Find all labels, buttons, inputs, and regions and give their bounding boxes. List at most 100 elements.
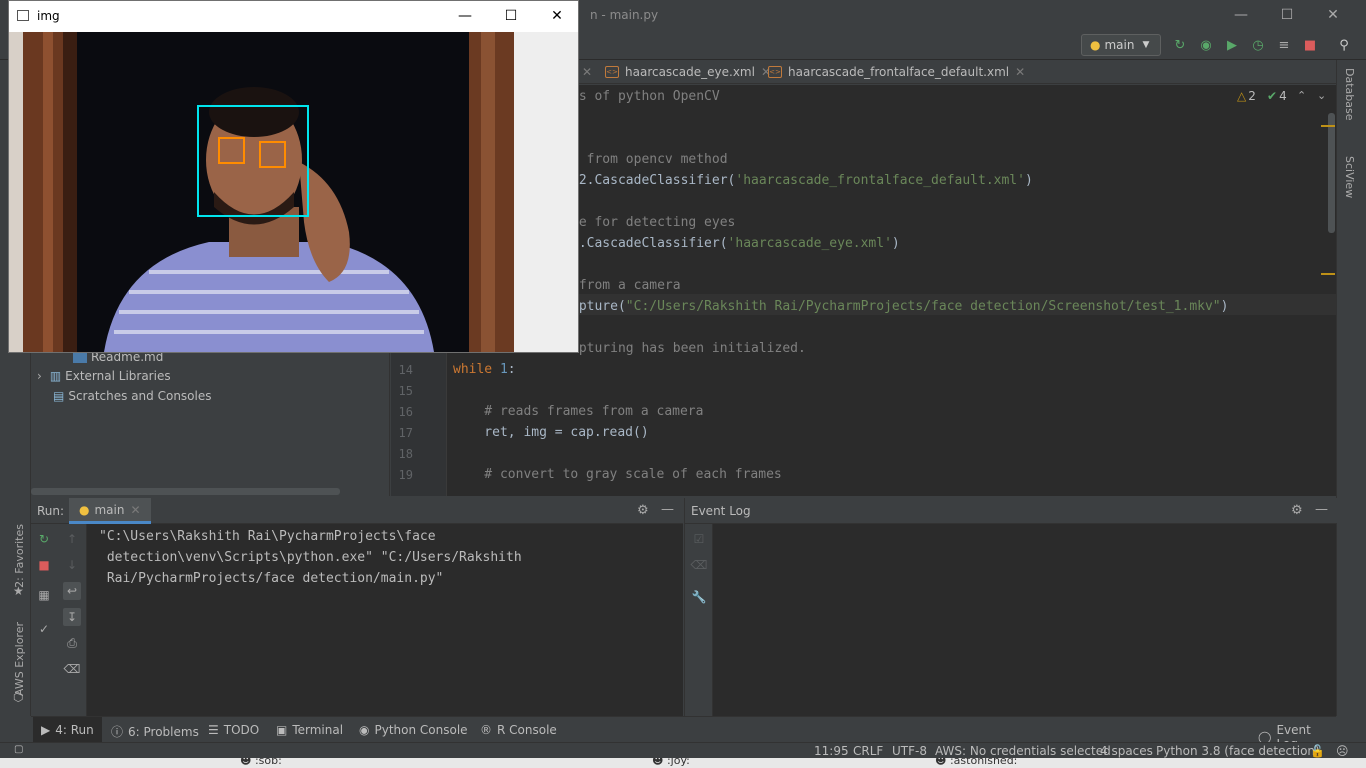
aws-explorer-label: AWS Explorer — [13, 622, 26, 697]
database-tool-button[interactable]: Database — [1343, 68, 1356, 121]
close-button[interactable]: ✕ — [1310, 0, 1356, 30]
console-output[interactable]: "C:\Users\Rakshith Rai\PycharmProjects\f… — [99, 526, 522, 589]
lock-icon[interactable]: 🔓 — [1310, 744, 1325, 758]
code-line: v2.CascadeClassifier('haarcascade_fronta… — [571, 173, 1033, 188]
indent-setting[interactable]: 4 spaces — [1100, 744, 1153, 758]
stop-icon[interactable]: ■ — [1302, 37, 1318, 53]
tool-window-label: 4: Run — [55, 723, 94, 737]
profile-icon[interactable]: ◷ — [1250, 37, 1266, 53]
run-tab-main[interactable]: ● main ✕ — [69, 498, 151, 524]
print-icon[interactable]: ⎙ — [63, 634, 81, 652]
tool-window-label: R Console — [497, 723, 557, 737]
interpreter[interactable]: Python 3.8 (face detection) — [1156, 744, 1320, 758]
code-line: while 1: — [453, 362, 516, 377]
trash-icon[interactable]: ⌫ — [63, 660, 81, 678]
check-icon: ✔ — [1267, 89, 1278, 103]
down-arrow-icon[interactable]: ↓ — [63, 556, 81, 574]
taskbar-item[interactable]: ☻ :astonished: — [935, 758, 1017, 767]
taskbar-item[interactable]: ☻ :sob: — [240, 758, 282, 767]
coverage-icon[interactable]: ▶ — [1224, 37, 1240, 53]
line-separator[interactable]: CRLF — [853, 744, 883, 758]
run-label: Run: — [37, 504, 65, 518]
layout-icon[interactable]: ▦ — [35, 586, 53, 604]
img-window-titlebar[interactable]: img — ☐ ✕ — [9, 1, 578, 31]
pin-icon[interactable]: ✓ — [35, 620, 53, 638]
list-icon: ☰ — [208, 723, 219, 737]
taskbar: ☻ :sob: ☻ :joy: ☻ :astonished: — [0, 758, 1366, 768]
minimize-button[interactable]: — — [442, 1, 488, 31]
tab-haarcascade-frontalface[interactable]: <> haarcascade_frontalface_default.xml ✕ — [768, 60, 1025, 84]
caret-position[interactable]: 11:95 — [814, 744, 849, 758]
gear-icon[interactable]: ⚙ — [637, 503, 649, 518]
close-icon[interactable]: ✕ — [130, 503, 140, 517]
tab-close-icon[interactable]: ✕ — [582, 60, 592, 84]
xml-file-icon: <> — [605, 66, 619, 78]
right-tool-strip: Database SciView — [1336, 60, 1366, 716]
tool-window-r-console[interactable]: ® R Console — [480, 723, 557, 737]
soft-wrap-icon[interactable]: ↩ — [63, 582, 81, 600]
gear-icon[interactable]: ⚙ — [1291, 503, 1303, 518]
hide-icon[interactable]: — — [1315, 502, 1328, 517]
tool-window-problems[interactable]: ⓘ 6: Problems — [111, 723, 199, 740]
star-icon: ★ — [13, 584, 24, 598]
warning-marker — [1321, 125, 1335, 127]
database-label: Database — [1343, 68, 1356, 121]
close-button[interactable]: ✕ — [534, 1, 580, 31]
python-icon: ● — [1090, 38, 1101, 52]
chevron-down-icon[interactable]: ⌄ — [1317, 89, 1326, 102]
stop-icon[interactable]: ■ — [35, 556, 53, 574]
tree-item-label: Scratches and Consoles — [68, 389, 212, 403]
line-number: 17 — [398, 426, 413, 440]
inspection-warnings[interactable]: △ 2 — [1237, 89, 1256, 103]
run-config-label: main — [1104, 38, 1135, 52]
minimize-button[interactable]: — — [1218, 0, 1264, 30]
eye-detection-box — [259, 141, 286, 168]
chevron-down-icon: ▼ — [1142, 40, 1150, 50]
tab-haarcascade-eye[interactable]: <> haarcascade_eye.xml ✕ — [605, 60, 771, 84]
run-config-select[interactable]: ● main ▼ — [1081, 34, 1161, 56]
file-encoding[interactable]: UTF-8 — [892, 744, 927, 758]
layout-icon[interactable]: ▢ — [14, 744, 23, 755]
aws-status[interactable]: AWS: No credentials selected — [935, 744, 1111, 758]
trash-icon[interactable]: ⌫ — [690, 556, 708, 574]
favorites-tool-button[interactable]: 2: Favorites — [13, 524, 26, 588]
sciview-tool-button[interactable]: SciView — [1343, 156, 1356, 198]
img-window[interactable]: img — ☐ ✕ — [8, 0, 579, 353]
inspection-ok[interactable]: ✔ 4 — [1267, 89, 1287, 103]
wrench-icon[interactable]: 🔧 — [690, 588, 708, 606]
close-icon[interactable]: ✕ — [1015, 65, 1025, 79]
rerun-icon[interactable]: ↻ — [35, 530, 53, 548]
tool-window-label: TODO — [223, 723, 260, 737]
tree-item-scratches[interactable]: ▤ Scratches and Consoles — [53, 389, 211, 403]
vertical-scrollbar[interactable] — [1328, 113, 1335, 233]
code-line: # convert to gray scale of each frames — [453, 467, 782, 482]
tool-window-run[interactable]: ▶ 4: Run — [33, 717, 102, 743]
tree-item-external-libraries[interactable]: › ▥ External Libraries — [37, 369, 171, 383]
notifications-icon[interactable]: ☹ — [1336, 744, 1349, 758]
code-line: 2.CascadeClassifier('haarcascade_eye.xml… — [571, 236, 900, 251]
tool-window-python-console[interactable]: ◉ Python Console — [359, 723, 468, 737]
tool-window-terminal[interactable]: ▣ Terminal — [276, 723, 343, 737]
build-icon[interactable]: ≡ — [1276, 37, 1292, 53]
xml-file-icon: <> — [768, 66, 782, 78]
tool-window-todo[interactable]: ☰ TODO — [208, 723, 259, 737]
code-line: e from opencv method — [571, 152, 728, 167]
event-log-toolbar: ☑ ⌫ 🔧 — [685, 524, 713, 716]
horizontal-scrollbar[interactable] — [31, 488, 340, 495]
maximize-button[interactable]: ☐ — [1264, 0, 1310, 30]
hide-icon[interactable]: — — [661, 502, 674, 517]
tool-window-label: 6: Problems — [128, 724, 199, 739]
search-icon[interactable]: ⚲ — [1336, 37, 1352, 53]
taskbar-item-label: :joy: — [666, 758, 690, 767]
taskbar-item[interactable]: ☻ :joy: — [652, 758, 690, 767]
mark-read-icon[interactable]: ☑ — [690, 530, 708, 548]
code-line: es of python OpenCV — [571, 89, 720, 104]
maximize-button[interactable]: ☐ — [488, 1, 534, 31]
chevron-up-icon[interactable]: ⌃ — [1297, 89, 1306, 102]
scroll-to-end-icon[interactable]: ↧ — [63, 608, 81, 626]
rerun-icon[interactable]: ↻ — [1172, 37, 1188, 53]
aws-explorer-tool-button[interactable]: AWS Explorer — [13, 622, 26, 696]
up-arrow-icon[interactable]: ↑ — [63, 530, 81, 548]
tab-label: haarcascade_eye.xml — [625, 65, 755, 79]
debug-icon[interactable]: ◉ — [1198, 37, 1214, 53]
